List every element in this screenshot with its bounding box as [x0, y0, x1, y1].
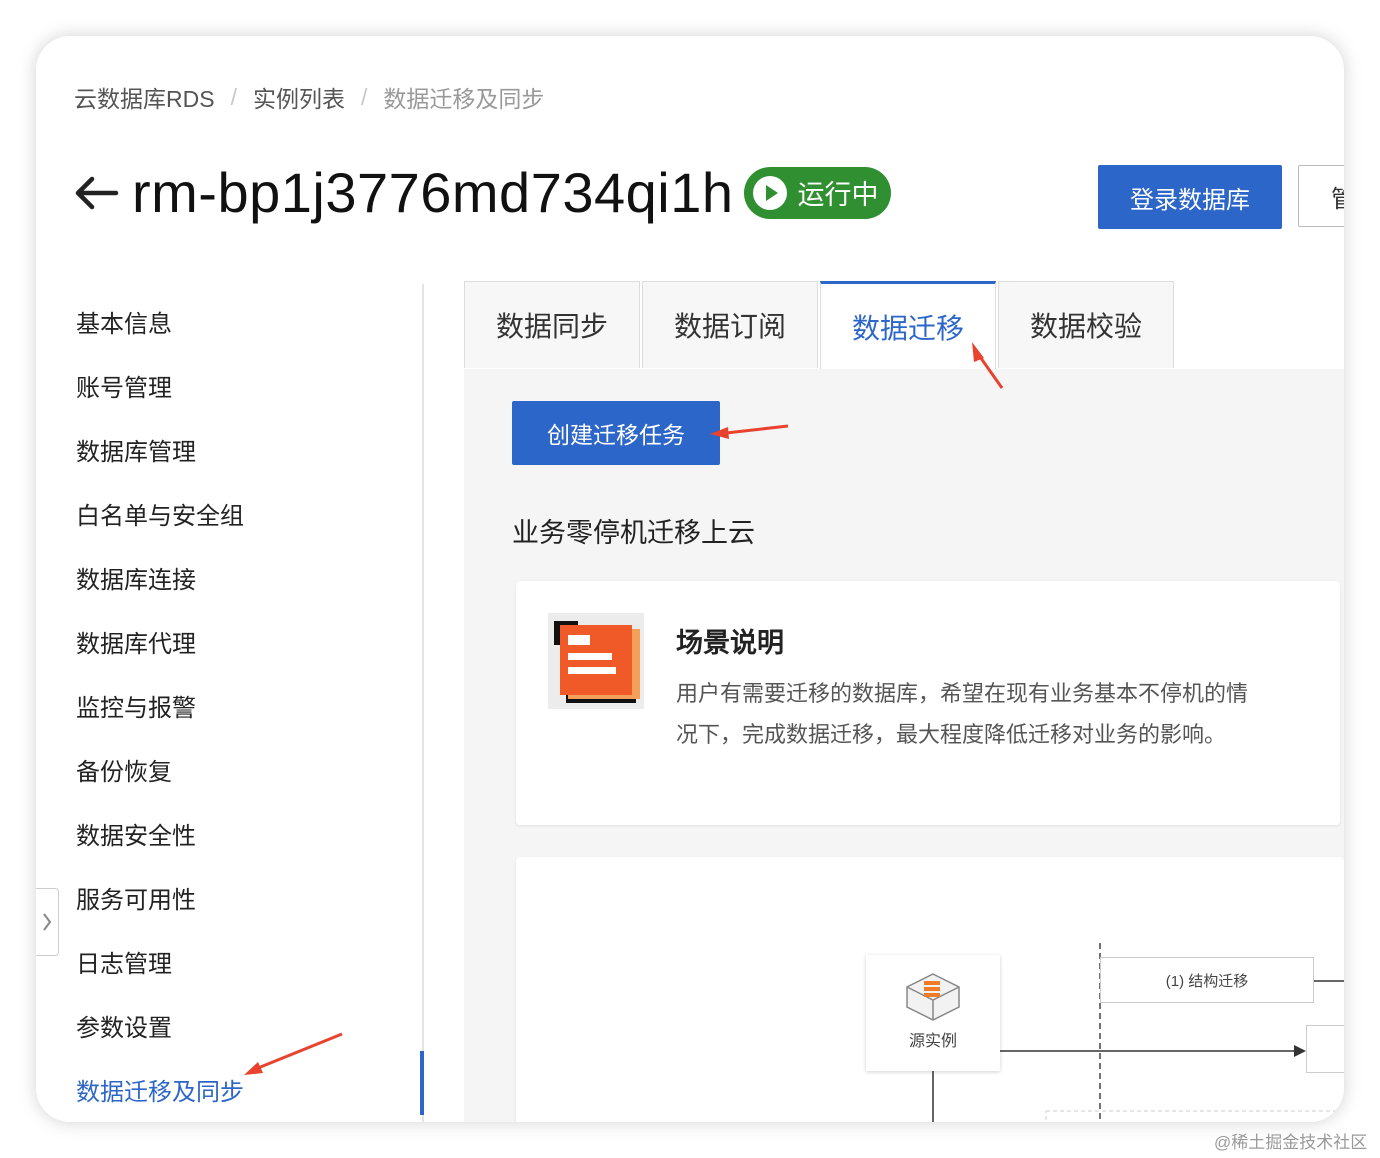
scene-document-icon: [548, 613, 644, 709]
migration-content: 创建迁移任务 业务零停机迁移上云 场景说明 用户有需要迁移的数据库，希望在现有业…: [464, 369, 1344, 1122]
sidebar-item-accounts[interactable]: 账号管理: [76, 368, 172, 403]
tab-data-sync[interactable]: 数据同步: [464, 281, 640, 368]
sidebar-item-monitoring[interactable]: 监控与报警: [76, 688, 196, 723]
tab-data-migration[interactable]: 数据迁移: [820, 281, 996, 370]
scene-desc-line: 况下，完成数据迁移，最大程度降低迁移对业务的影响。: [676, 722, 1227, 747]
scene-title: 场景说明: [676, 628, 784, 658]
page-title: rm-bp1j3776md734qi1h: [132, 161, 734, 224]
structure-migration-step: (1) 结构迁移: [1100, 957, 1314, 1003]
source-instance-label: 源实例: [908, 1033, 957, 1050]
status-text: 运行中: [797, 180, 879, 210]
migration-diagram: 源实例 (1) 结构迁移: [516, 857, 1344, 1122]
tab-bar: 数据同步 数据订阅 数据迁移 数据校验: [464, 281, 1344, 370]
manage-button[interactable]: 管: [1298, 165, 1344, 227]
tab-data-subscription[interactable]: 数据订阅: [642, 281, 818, 368]
breadcrumb-rds[interactable]: 云数据库RDS: [74, 80, 215, 114]
sidebar-item-whitelist[interactable]: 白名单与安全组: [76, 496, 244, 531]
sidebar-active-indicator: [420, 1051, 424, 1115]
sidebar-item-logs[interactable]: 日志管理: [76, 944, 172, 979]
scene-desc-line: 用户有需要迁移的数据库，希望在现有业务基本不停机的情: [676, 681, 1249, 706]
scene-panel: 场景说明 用户有需要迁移的数据库，希望在现有业务基本不停机的情 况下，完成数据迁…: [516, 581, 1340, 825]
page-header: rm-bp1j3776md734qi1h 运行中: [72, 160, 891, 225]
sidebar-item-basic-info[interactable]: 基本信息: [76, 304, 172, 339]
sidebar-item-connection[interactable]: 数据库连接: [76, 560, 196, 595]
database-cube-icon: [906, 973, 960, 1021]
scene-description: 用户有需要迁移的数据库，希望在现有业务基本不停机的情 况下，完成数据迁移，最大程…: [676, 673, 1316, 755]
watermark: @稀土掘金技术社区: [1214, 1133, 1368, 1152]
breadcrumb-separator: /: [360, 83, 368, 110]
sidebar-item-backup[interactable]: 备份恢复: [76, 752, 172, 787]
sidebar-divider: [422, 284, 424, 1122]
create-migration-task-button[interactable]: 创建迁移任务: [512, 401, 720, 465]
sidebar-item-migration[interactable]: 数据迁移及同步: [76, 1072, 244, 1107]
sidebar-item-databases[interactable]: 数据库管理: [76, 432, 196, 467]
sidebar-item-availability[interactable]: 服务可用性: [76, 880, 196, 915]
sidebar-item-security[interactable]: 数据安全性: [76, 816, 196, 851]
breadcrumb-separator: /: [230, 83, 237, 110]
console-window: 云数据库RDS / 实例列表 / 数据迁移及同步 rm-bp1j3776md73…: [36, 36, 1344, 1122]
status-badge: 运行中: [743, 166, 891, 219]
breadcrumb-instance-list[interactable]: 实例列表: [253, 80, 345, 114]
source-instance-node[interactable]: 源实例: [866, 955, 1000, 1071]
breadcrumb: 云数据库RDS / 实例列表 / 数据迁移及同步: [74, 80, 544, 114]
tab-data-verification[interactable]: 数据校验: [998, 281, 1174, 368]
login-database-button[interactable]: 登录数据库: [1098, 165, 1282, 229]
back-arrow-icon[interactable]: [72, 173, 120, 213]
breadcrumb-current: 数据迁移及同步: [383, 86, 545, 112]
target-node: [1306, 1025, 1344, 1073]
sidebar-item-proxy[interactable]: 数据库代理: [76, 624, 196, 659]
chevron-right-icon: [43, 913, 52, 931]
play-circle-icon: [752, 175, 787, 210]
sidebar-item-parameters[interactable]: 参数设置: [76, 1008, 172, 1043]
section-title: 业务零停机迁移上云: [512, 518, 755, 548]
sidebar-collapse-handle[interactable]: [36, 888, 59, 956]
